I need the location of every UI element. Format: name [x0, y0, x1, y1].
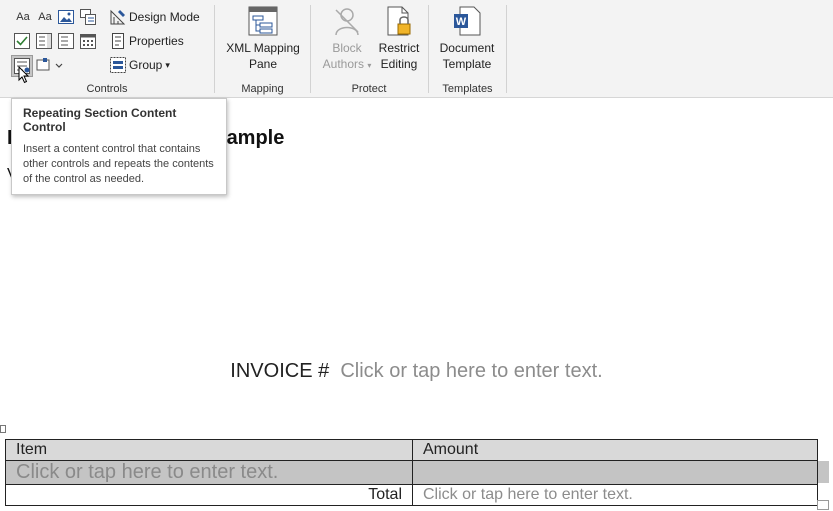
- templates-group-label: Templates: [442, 83, 493, 95]
- word-document-icon: W: [454, 6, 481, 36]
- invoice-table: Item Amount Click or tap here to enter t…: [5, 439, 818, 506]
- drop-down-list-content-control-button[interactable]: [57, 32, 75, 50]
- table-resize-handle[interactable]: [817, 500, 829, 510]
- document-template-label-line1: Document: [439, 41, 495, 55]
- templates-group: W Document Template Templates: [429, 0, 506, 97]
- properties-button[interactable]: Properties: [110, 31, 184, 51]
- group-divider: [506, 5, 507, 93]
- design-mode-button[interactable]: Design Mode: [110, 7, 200, 27]
- xml-mapping-label-line1: XML Mapping: [226, 41, 300, 55]
- plain-text-content-control-button[interactable]: Aa: [13, 8, 33, 26]
- properties-icon: [112, 33, 124, 49]
- restrict-editing-icon: [387, 6, 411, 36]
- restrict-editing-button[interactable]: Restrict Editing: [373, 4, 425, 72]
- block-authors-icon: [335, 8, 359, 36]
- picture-icon: [58, 10, 74, 24]
- tooltip-title: Repeating Section Content Control: [23, 106, 177, 134]
- item-cell[interactable]: Click or tap here to enter text.: [5, 460, 413, 485]
- protect-group-label: Protect: [351, 83, 387, 95]
- invoice-number-line: INVOICE # Click or tap here to enter tex…: [0, 360, 833, 383]
- amount-cell[interactable]: [412, 460, 818, 485]
- date-picker-content-control-button[interactable]: [79, 32, 97, 50]
- picture-content-control-button[interactable]: [57, 8, 75, 26]
- total-placeholder[interactable]: Click or tap here to enter text.: [412, 484, 818, 506]
- group-icon: [110, 57, 126, 73]
- building-block-icon: [80, 9, 96, 25]
- chevron-down-icon: ▾: [367, 61, 372, 70]
- invoice-label: INVOICE #: [230, 360, 330, 382]
- document-template-label-line2: Template: [442, 57, 492, 71]
- group-label: Group: [129, 58, 163, 72]
- design-mode-icon: [110, 9, 126, 25]
- combo-box-icon: [36, 33, 52, 49]
- developer-ribbon: Aa Aa Design Mode Properties Group ▾ Con…: [0, 0, 833, 98]
- restrict-editing-label-line1: Restrict: [378, 41, 420, 55]
- repeating-section-add-tab[interactable]: [818, 461, 829, 483]
- building-block-gallery-button[interactable]: [79, 8, 97, 26]
- header-item: Item: [5, 439, 413, 461]
- header-amount: Amount: [412, 439, 818, 461]
- xml-mapping-icon: [248, 6, 278, 36]
- tooltip-body: Insert a content control that contains o…: [23, 143, 214, 185]
- invoice-number-placeholder[interactable]: Click or tap here to enter text.: [340, 360, 602, 382]
- controls-group-label: Controls: [86, 83, 128, 95]
- xml-mapping-pane-button[interactable]: XML Mapping Pane: [225, 4, 301, 72]
- item-placeholder[interactable]: Click or tap here to enter text.: [16, 461, 278, 483]
- total-label: Total: [5, 484, 413, 506]
- xml-mapping-label-line2: Pane: [248, 57, 278, 71]
- svg-text:W: W: [456, 16, 467, 28]
- chevron-down-icon: ▾: [165, 59, 170, 70]
- drop-down-list-icon: [58, 33, 74, 49]
- design-mode-label: Design Mode: [129, 10, 200, 24]
- mouse-cursor-icon: [18, 66, 30, 84]
- properties-label: Properties: [129, 34, 184, 48]
- document-template-button[interactable]: W Document Template: [435, 4, 499, 72]
- mapping-group: XML Mapping Pane Mapping: [215, 0, 310, 97]
- table-move-handle[interactable]: [0, 425, 6, 433]
- checkbox-content-control-button[interactable]: [13, 32, 31, 50]
- calendar-icon: [80, 34, 96, 49]
- block-authors-label-line2: Authors ▾: [322, 57, 372, 71]
- repeating-section-tooltip: Repeating Section Content Control Insert…: [11, 98, 227, 195]
- heading-visible-end: ample: [226, 127, 285, 149]
- protect-group: Block Authors ▾ Restrict Editing Protect: [311, 0, 427, 97]
- repeating-section-row[interactable]: Click or tap here to enter text.: [5, 460, 818, 485]
- total-row: Total Click or tap here to enter text.: [5, 484, 818, 506]
- rich-text-content-control-button[interactable]: Aa: [35, 8, 55, 26]
- controls-group: Aa Aa Design Mode Properties Group ▾ Con…: [0, 0, 214, 97]
- group-button[interactable]: Group ▾: [110, 55, 170, 75]
- block-authors-label-line1: Block: [332, 41, 362, 55]
- combo-box-content-control-button[interactable]: [35, 32, 53, 50]
- block-authors-button[interactable]: Block Authors ▾: [317, 4, 377, 74]
- table-header-row: Item Amount: [5, 439, 818, 461]
- mapping-group-label: Mapping: [241, 83, 284, 95]
- checkbox-icon: [14, 33, 30, 49]
- restrict-editing-label-line2: Editing: [380, 57, 418, 71]
- legacy-tools-button[interactable]: [35, 56, 65, 74]
- legacy-tools-icon: [36, 58, 63, 71]
